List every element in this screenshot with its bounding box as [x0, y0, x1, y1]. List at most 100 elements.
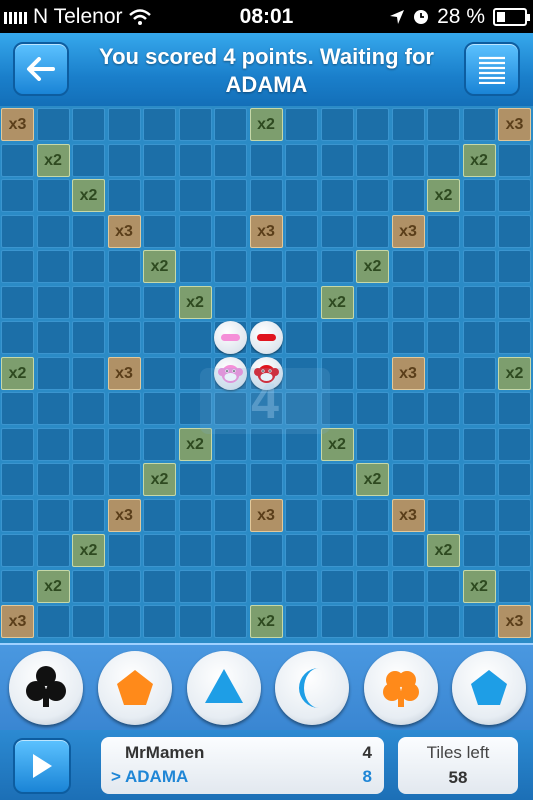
multiplier-cell-x3[interactable]: x3 [249, 214, 283, 248]
board-cell[interactable] [427, 463, 460, 496]
tray-tile-triangle[interactable] [187, 651, 261, 725]
board-cell[interactable] [356, 356, 389, 390]
multiplier-cell-x3[interactable]: x3 [391, 356, 425, 390]
board-cell[interactable] [320, 250, 354, 283]
board-cell[interactable] [178, 250, 212, 283]
board-cell[interactable] [427, 498, 460, 532]
tray-tile-pentagon[interactable] [452, 651, 526, 725]
board-cell[interactable] [107, 143, 141, 177]
board-cell[interactable] [391, 108, 425, 141]
board-cell[interactable] [249, 250, 283, 283]
board-cell[interactable] [427, 108, 460, 141]
board-cell[interactable] [498, 392, 531, 425]
multiplier-cell-x2[interactable]: x2 [356, 463, 389, 496]
board-cell[interactable] [178, 214, 212, 248]
board-cell[interactable] [356, 392, 389, 425]
board-cell[interactable] [498, 534, 531, 567]
board-cell[interactable] [391, 179, 425, 212]
board-cell[interactable] [1, 285, 34, 319]
multiplier-cell-x2[interactable]: x2 [249, 108, 283, 141]
multiplier-cell-x2[interactable]: x2 [72, 534, 105, 567]
board-cell[interactable] [1, 392, 34, 425]
board-cell[interactable] [427, 250, 460, 283]
board-cell[interactable] [1, 463, 34, 496]
board-cell[interactable] [36, 214, 70, 248]
board-cell[interactable] [143, 498, 176, 532]
multiplier-cell-x2[interactable]: x2 [427, 179, 460, 212]
board-cell[interactable] [143, 356, 176, 390]
board-cell[interactable] [214, 569, 247, 603]
board-cell[interactable] [427, 569, 460, 603]
board-cell[interactable] [107, 108, 141, 141]
board-cell[interactable] [320, 214, 354, 248]
board-cell[interactable] [178, 534, 212, 567]
board-cell[interactable] [249, 179, 283, 212]
multiplier-cell-x2[interactable]: x2 [72, 179, 105, 212]
board-cell[interactable] [107, 534, 141, 567]
board-cell[interactable] [391, 321, 425, 354]
board-cell[interactable] [249, 534, 283, 567]
board-cell[interactable] [391, 285, 425, 319]
board-cell[interactable] [1, 179, 34, 212]
board-cell[interactable] [427, 321, 460, 354]
board-cell[interactable] [36, 392, 70, 425]
board-cell[interactable] [214, 498, 247, 532]
board-cell[interactable] [427, 214, 460, 248]
board-cell[interactable] [72, 214, 105, 248]
board-cell[interactable] [498, 285, 531, 319]
board-cell[interactable] [1, 498, 34, 532]
board-cell[interactable] [498, 321, 531, 354]
board-cell[interactable] [427, 605, 460, 638]
board-cell[interactable] [462, 250, 496, 283]
tray-tile-pentagon[interactable] [98, 651, 172, 725]
board-cell[interactable] [462, 214, 496, 248]
multiplier-cell-x2[interactable]: x2 [320, 285, 354, 319]
board-cell[interactable] [107, 392, 141, 425]
board-cell[interactable] [320, 108, 354, 141]
board-cell[interactable] [178, 108, 212, 141]
board-cell[interactable] [72, 605, 105, 638]
board-cell[interactable] [320, 179, 354, 212]
board-cell[interactable] [320, 498, 354, 532]
board-cell[interactable] [72, 285, 105, 319]
board-cell[interactable] [498, 214, 531, 248]
board-cell[interactable] [178, 321, 212, 354]
board-cell[interactable] [107, 179, 141, 212]
multiplier-cell-x2[interactable]: x2 [462, 569, 496, 603]
multiplier-cell-x2[interactable]: x2 [143, 250, 176, 283]
board-cell[interactable] [320, 143, 354, 177]
board-cell[interactable] [36, 498, 70, 532]
board-cell[interactable] [462, 108, 496, 141]
board-cell[interactable] [391, 250, 425, 283]
board-cell[interactable] [285, 534, 318, 567]
board-cell[interactable] [214, 250, 247, 283]
board-cell[interactable] [36, 285, 70, 319]
board-cell[interactable] [143, 427, 176, 461]
board-cell[interactable] [320, 569, 354, 603]
board-cell[interactable] [107, 569, 141, 603]
board-cell[interactable] [498, 498, 531, 532]
board-cell[interactable] [214, 143, 247, 177]
board-cell[interactable] [320, 463, 354, 496]
tray-tile-club[interactable] [9, 651, 83, 725]
board-cell[interactable] [36, 427, 70, 461]
board-cell[interactable] [498, 463, 531, 496]
board-cell[interactable] [462, 498, 496, 532]
board-cell[interactable] [285, 214, 318, 248]
multiplier-cell-x2[interactable]: x2 [143, 463, 176, 496]
multiplier-cell-x3[interactable]: x3 [249, 498, 283, 532]
board-cell[interactable] [356, 605, 389, 638]
board-cell[interactable] [320, 534, 354, 567]
board-cell[interactable] [143, 143, 176, 177]
board-cell[interactable] [462, 463, 496, 496]
board-cell[interactable] [1, 427, 34, 461]
board-cell[interactable] [285, 108, 318, 141]
board-cell[interactable] [285, 463, 318, 496]
board-cell[interactable] [391, 143, 425, 177]
board-cell[interactable] [107, 321, 141, 354]
board-cell[interactable] [36, 463, 70, 496]
board-cell[interactable] [498, 179, 531, 212]
multiplier-cell-x3[interactable]: x3 [1, 605, 34, 638]
board-cell[interactable] [214, 179, 247, 212]
board-cell[interactable] [320, 605, 354, 638]
